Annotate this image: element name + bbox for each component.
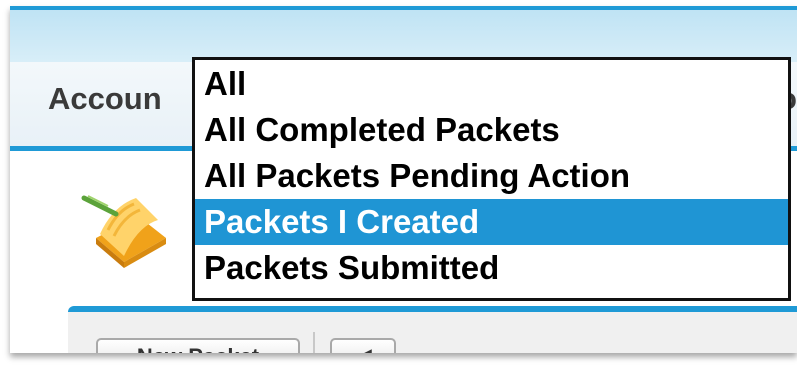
option-all-packets-pending-action[interactable]: All Packets Pending Action <box>195 153 788 199</box>
option-packets-submitted[interactable]: Packets Submitted <box>195 245 788 291</box>
option-packets-i-created[interactable]: Packets I Created <box>195 199 788 245</box>
option-all-completed-packets[interactable]: All Completed Packets <box>195 107 788 153</box>
option-all[interactable]: All <box>195 61 788 107</box>
app-window: Accoun o New Packet ◀ All All Completed … <box>10 6 797 353</box>
previous-arrow-button[interactable]: ◀ <box>330 338 396 353</box>
tab-accounts[interactable]: Accoun <box>48 81 162 117</box>
view-select-dropdown[interactable]: All All Completed Packets All Packets Pe… <box>192 57 791 301</box>
notepad-icon <box>81 195 166 268</box>
header-band <box>10 6 797 62</box>
new-packet-button[interactable]: New Packet <box>96 338 300 353</box>
toolbar-separator <box>313 332 315 353</box>
